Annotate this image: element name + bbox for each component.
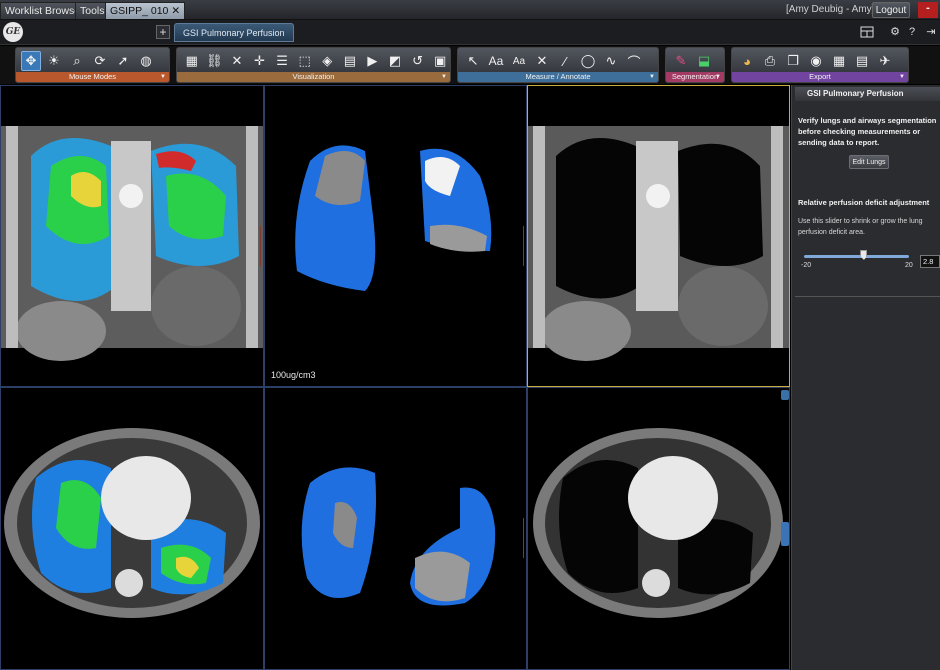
rotate-icon[interactable]: ⟳ (90, 51, 110, 71)
viewport-grid: 100ug/cm3 (0, 85, 790, 670)
arrow-annotation-icon[interactable]: ↖ (463, 51, 483, 71)
volume-icon[interactable]: ◈ (317, 51, 337, 71)
film-icon[interactable]: ▦ (829, 51, 849, 71)
viewport-axial-perfusion[interactable] (0, 387, 264, 670)
slider-thumb[interactable] (860, 250, 868, 260)
slice-ruler (520, 226, 524, 266)
panel-title: GSI Pulmonary Perfusion (795, 87, 940, 101)
color-map-icon[interactable]: ◩ (385, 51, 405, 71)
toolbar: ✥ ☀ ⌕ ⟳ ➚ ◍ Mouse Modes ▼ ▦ ⛓ ✕ ✛ ☰ ⬚ ◈ ▤… (0, 46, 940, 84)
viewport-coronal-perfusion[interactable] (0, 85, 264, 387)
screen-icon[interactable]: ▣ (430, 51, 450, 71)
copy-icon[interactable]: ❐ (783, 51, 803, 71)
run-icon[interactable]: ✈ (875, 51, 895, 71)
distance-icon[interactable]: ⁄ (555, 51, 575, 71)
tab-label: GSIPP_ 010 (110, 5, 169, 17)
zoom-icon[interactable]: ⌕ (67, 51, 87, 71)
measure-annotate-label[interactable]: Measure / Annotate ▼ (458, 72, 658, 82)
axial-ct-image (533, 428, 783, 618)
dropdown-arrow-icon[interactable]: ▼ (899, 72, 905, 82)
visualization-label[interactable]: Visualization ▼ (177, 72, 450, 82)
slider-max-label: 20 (905, 262, 913, 269)
viewport-coronal-ct[interactable] (527, 85, 790, 387)
user-name: [Amy Deubig - Amy] (786, 4, 875, 15)
application-bar: GE + GSI Pulmonary Perfusion ⚙ ? ⇥ (0, 20, 940, 45)
camera-icon[interactable]: ◉ (806, 51, 826, 71)
brightness-icon[interactable]: ☀ (44, 51, 64, 71)
axial-perfusion-image (4, 428, 260, 618)
segmentation-brush-icon[interactable]: ✎ (671, 51, 691, 71)
list-icon[interactable]: ☰ (272, 51, 292, 71)
globe-icon[interactable]: ◍ (136, 51, 156, 71)
title-bar: Worklist Browser Tools GSIPP_ 010 ✕ [Amy … (0, 0, 940, 20)
minimize-button[interactable]: - (918, 2, 938, 18)
logout-button[interactable]: Logout (872, 2, 910, 18)
print-icon[interactable]: ⎙ (760, 51, 780, 71)
segmentation-label[interactable]: Segmentation ▼ (666, 72, 724, 82)
tab-label: Worklist Browser (5, 5, 84, 17)
add-tab-button[interactable]: + (156, 25, 170, 39)
export-label[interactable]: Export ▼ (732, 72, 908, 82)
layout-icon[interactable] (860, 26, 874, 39)
curve-icon[interactable]: ∿ (601, 51, 621, 71)
visualization-group: ▦ ⛓ ✕ ✛ ☰ ⬚ ◈ ▤ ▶ ◩ ↺ ▣ Visualization ▼ (176, 47, 451, 83)
text-annotation-icon[interactable]: Aa (486, 51, 506, 71)
ge-logo: GE (3, 22, 23, 42)
cursor-cross-icon[interactable]: ✛ (250, 51, 270, 71)
app-tab-gsi-pulmonary-perfusion[interactable]: GSI Pulmonary Perfusion (174, 23, 294, 42)
coronal-perfusion-image (1, 126, 263, 361)
density-unit-label: 100ug/cm3 (271, 370, 316, 380)
tab-gsipp-study[interactable]: GSIPP_ 010 ✕ (105, 2, 186, 19)
gear-icon[interactable]: ⚙ (888, 26, 902, 39)
perfusion-deficit-slider[interactable] (804, 255, 909, 258)
segmentation-group: ✎ ⬓ Segmentation ▼ (665, 47, 725, 83)
color-export-icon[interactable]: ◕ (737, 51, 757, 71)
viewport-axial-ct[interactable] (527, 387, 790, 670)
slice-ruler (257, 226, 261, 266)
coronal-segmentation-image (295, 145, 492, 291)
slice-ruler (520, 518, 524, 558)
cine-icon[interactable]: ▶ (363, 51, 383, 71)
viewport-coronal-segmentation[interactable]: 100ug/cm3 (264, 85, 527, 387)
link-icon[interactable]: ⛓ (205, 51, 225, 71)
viewport-info-icon[interactable] (781, 390, 789, 400)
slider-min-label: -20 (801, 262, 812, 269)
pointer-icon[interactable]: ➚ (113, 51, 133, 71)
gsi-pulmonary-perfusion-panel: GSI Pulmonary Perfusion Verify lungs and… (791, 85, 940, 670)
help-icon[interactable]: ? (905, 26, 919, 39)
dropdown-arrow-icon[interactable]: ▼ (441, 72, 447, 82)
export-group: ◕ ⎙ ❐ ◉ ▦ ▤ ✈ Export ▼ (731, 47, 909, 83)
tab-label: Tools (80, 5, 105, 17)
edit-lungs-button[interactable]: Edit Lungs (849, 155, 889, 169)
segmentation-edit-icon[interactable]: ⬓ (694, 51, 714, 71)
report-icon[interactable]: ▤ (852, 51, 872, 71)
viewport-scroll-handle[interactable] (781, 522, 789, 546)
crosshair-icon[interactable]: ✕ (227, 51, 247, 71)
text-label-icon[interactable]: Aa (509, 51, 529, 71)
close-tab-icon[interactable]: ✕ (171, 5, 180, 17)
mouse-modes-group: ✥ ☀ ⌕ ⟳ ➚ ◍ Mouse Modes ▼ (15, 47, 170, 83)
move-icon[interactable]: ✥ (21, 51, 41, 71)
panel-divider (795, 296, 940, 297)
freehand-roi-icon[interactable]: ⌒ (624, 51, 644, 71)
angle-icon[interactable]: ✕ (532, 51, 552, 71)
cube-icon[interactable]: ⬚ (295, 51, 315, 71)
slider-help-text: Use this slider to shrink or grow the lu… (798, 218, 923, 236)
slab-icon[interactable]: ▤ (340, 51, 360, 71)
exit-icon[interactable]: ⇥ (924, 26, 938, 39)
perfusion-deficit-adjustment-title: Relative perfusion deficit adjustment (798, 198, 930, 207)
coronal-ct-image (528, 126, 789, 361)
dropdown-arrow-icon[interactable]: ▼ (160, 72, 166, 82)
slider-value-field[interactable]: 2.8 (920, 255, 940, 268)
ellipse-roi-icon[interactable]: ◯ (578, 51, 598, 71)
mouse-modes-label[interactable]: Mouse Modes ▼ (16, 72, 169, 82)
viewport-axial-segmentation[interactable] (264, 387, 527, 670)
verify-segmentation-message: Verify lungs and airways segmentation be… (798, 116, 937, 147)
dropdown-arrow-icon[interactable]: ▼ (715, 72, 721, 82)
axial-segmentation-image (301, 467, 496, 606)
layout-grid-icon[interactable]: ▦ (182, 51, 202, 71)
reset-icon[interactable]: ↺ (408, 51, 428, 71)
dropdown-arrow-icon[interactable]: ▼ (649, 72, 655, 82)
measure-annotate-group: ↖ Aa Aa ✕ ⁄ ◯ ∿ ⌒ Measure / Annotate ▼ (457, 47, 659, 83)
